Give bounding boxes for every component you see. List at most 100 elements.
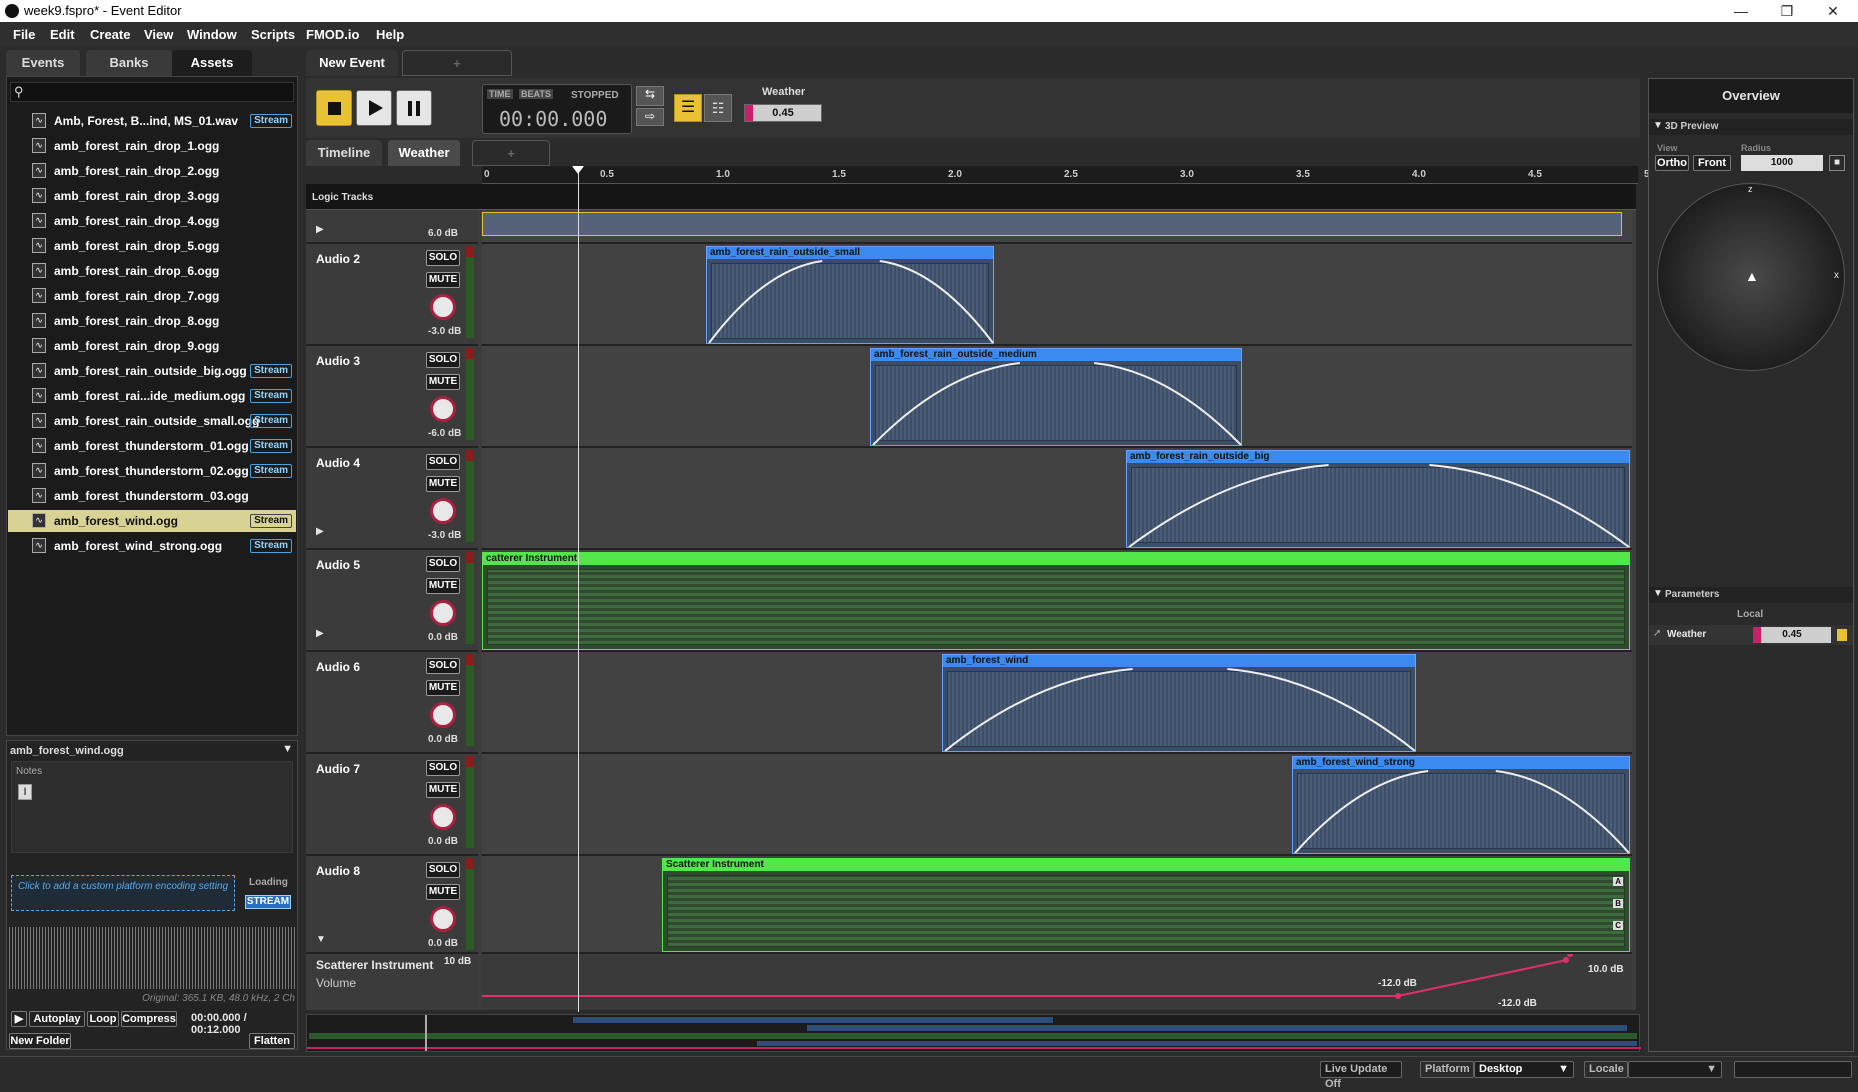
tab-events[interactable]: Events <box>6 50 80 76</box>
loading-stream-badge[interactable]: STREAM <box>245 895 291 909</box>
stream-badge[interactable]: Stream <box>250 514 292 528</box>
3d-preview-header[interactable]: ▼ 3D Preview <box>1649 119 1853 135</box>
close-icon[interactable]: ✕ <box>1810 0 1856 22</box>
mute-button[interactable]: MUTE <box>426 374 460 390</box>
new-folder-button[interactable]: New Folder <box>9 1033 71 1049</box>
audio-clip[interactable]: amb_forest_wind <box>942 654 1416 752</box>
stream-badge[interactable]: Stream <box>250 439 292 453</box>
menu-window[interactable]: Window <box>187 27 237 42</box>
overview-playhead[interactable] <box>425 1015 427 1051</box>
track-header[interactable]: Audio 8 SOLO MUTE 0.0 dB ▼ <box>306 856 478 954</box>
follow-icon[interactable]: ⇨ <box>636 108 664 126</box>
track-header[interactable]: Audio 5 SOLO MUTE 0.0 dB ▶ <box>306 550 478 652</box>
solo-button[interactable]: SOLO <box>426 862 460 878</box>
fade-curve[interactable] <box>871 361 1243 445</box>
ortho-button[interactable]: Ortho <box>1655 155 1689 171</box>
notes-box[interactable]: Notes I <box>11 761 293 853</box>
volume-knob[interactable] <box>430 498 456 524</box>
radius-input[interactable]: 1000 <box>1741 155 1823 171</box>
audio-clip[interactable]: amb_forest_rain_outside_medium <box>870 348 1242 446</box>
track-header[interactable]: ▶ 6.0 dB <box>306 210 478 244</box>
track-header[interactable]: Audio 2 SOLO MUTE -3.0 dB <box>306 244 478 346</box>
compress-button[interactable]: Compress <box>121 1011 177 1027</box>
asset-row[interactable]: ∿ amb_forest_rain_drop_8.ogg <box>8 310 296 332</box>
volume-knob[interactable] <box>430 906 456 932</box>
audio-clip[interactable]: amb_forest_wind_strong <box>1292 756 1630 854</box>
parameters-header[interactable]: ▼ Parameters <box>1649 587 1853 603</box>
asset-row[interactable]: ∿ amb_forest_rain_drop_5.ogg <box>8 235 296 257</box>
tab-timeline[interactable]: Timeline <box>306 140 382 166</box>
solo-button[interactable]: SOLO <box>426 454 460 470</box>
asset-row[interactable]: ∿ amb_forest_wind_strong.ogg Stream <box>8 535 296 557</box>
menu-view[interactable]: View <box>144 27 173 42</box>
asset-row[interactable]: ∿ amb_forest_rain_drop_3.ogg <box>8 185 296 207</box>
asset-row[interactable]: ∿ amb_forest_rain_drop_2.ogg <box>8 160 296 182</box>
volume-knob[interactable] <box>430 294 456 320</box>
track-header[interactable]: Audio 4 SOLO MUTE -3.0 dB ▶ <box>306 448 478 550</box>
parameter-ruler[interactable]: 00.51.01.52.02.53.03.54.04.55. <box>482 166 1652 184</box>
add-parameter-tab-button[interactable]: + <box>472 140 550 166</box>
asset-row[interactable]: ∿ amb_forest_thunderstorm_02.ogg Stream <box>8 460 296 482</box>
stream-badge[interactable]: Stream <box>250 414 292 428</box>
mute-button[interactable]: MUTE <box>426 782 460 798</box>
collapse-track-icon[interactable]: ▼ <box>316 934 326 945</box>
loop-button[interactable]: Loop <box>87 1011 119 1027</box>
track-lane[interactable] <box>482 244 1632 346</box>
tab-assets[interactable]: Assets <box>172 50 252 76</box>
menu-fmodio[interactable]: FMOD.io <box>306 27 359 42</box>
scatterer-instrument-clip[interactable]: catterer Instrument <box>482 552 1630 650</box>
solo-button[interactable]: SOLO <box>426 760 460 776</box>
stream-badge[interactable]: Stream <box>250 539 292 553</box>
platform-select[interactable]: Desktop ▼ <box>1474 1061 1574 1078</box>
play-preview-button[interactable]: ▶ <box>11 1011 27 1027</box>
expand-track-icon[interactable]: ▶ <box>316 628 324 639</box>
stream-badge[interactable]: Stream <box>250 114 292 128</box>
volume-knob[interactable] <box>430 804 456 830</box>
maximize-icon[interactable]: ❐ <box>1764 0 1810 22</box>
audio-clip[interactable]: amb_forest_rain_outside_big <box>1126 450 1630 548</box>
logic-region[interactable] <box>482 212 1622 236</box>
listener-icon[interactable]: ▲ <box>1745 268 1759 284</box>
asset-row[interactable]: ∿ amb_forest_rai...ide_medium.ogg Stream <box>8 385 296 407</box>
parameter-row-weather[interactable]: ➚ Weather 0.45 <box>1649 625 1853 645</box>
asset-row[interactable]: ∿ amb_forest_rain_drop_7.ogg <box>8 285 296 307</box>
live-update-button[interactable]: Live Update Off <box>1320 1061 1402 1090</box>
asset-row[interactable]: ∿ amb_forest_rain_drop_6.ogg <box>8 260 296 282</box>
tab-new-event[interactable]: New Event <box>306 50 398 76</box>
solo-button[interactable]: SOLO <box>426 250 460 266</box>
menu-scripts[interactable]: Scripts <box>251 27 295 42</box>
fade-curve[interactable] <box>943 667 1417 751</box>
list-view-icon[interactable]: ☰ <box>674 94 702 122</box>
asset-row[interactable]: ∿ amb_forest_rain_outside_big.ogg Stream <box>8 360 296 382</box>
asset-row[interactable]: ∿ amb_forest_thunderstorm_03.ogg <box>8 485 296 507</box>
mute-button[interactable]: MUTE <box>426 476 460 492</box>
locale-select[interactable]: ▼ <box>1628 1061 1722 1078</box>
add-event-tab-button[interactable]: + <box>402 50 512 76</box>
asset-row[interactable]: ∿ amb_forest_thunderstorm_01.ogg Stream <box>8 435 296 457</box>
scatterer-instrument-clip[interactable]: Scatterer Instrument A B C <box>662 858 1630 952</box>
asset-row[interactable]: ∿ amb_forest_rain_drop_9.ogg <box>8 335 296 357</box>
parameter-color-swatch[interactable] <box>1837 629 1847 641</box>
fade-curve[interactable] <box>1293 769 1631 853</box>
play-button[interactable] <box>356 90 392 126</box>
menu-edit[interactable]: Edit <box>50 27 75 42</box>
mute-button[interactable]: MUTE <box>426 272 460 288</box>
pause-button[interactable] <box>396 90 432 126</box>
menu-help[interactable]: Help <box>376 27 404 42</box>
automation-lane[interactable]: -12.0 dB 10.0 dB -12.0 dB <box>482 954 1632 1010</box>
flatten-button[interactable]: Flatten <box>249 1033 295 1049</box>
stream-badge[interactable]: Stream <box>250 389 292 403</box>
lock-icon[interactable]: ■ <box>1829 155 1845 171</box>
tab-weather[interactable]: Weather <box>388 140 460 166</box>
asset-row[interactable]: ∿ amb_forest_rain_drop_1.ogg <box>8 135 296 157</box>
text-cursor-icon[interactable]: I <box>18 784 32 800</box>
loop-icon[interactable]: ⇆ <box>636 86 664 106</box>
stream-badge[interactable]: Stream <box>250 464 292 478</box>
overview-strip[interactable] <box>306 1014 1641 1052</box>
stop-button[interactable] <box>316 90 352 126</box>
expand-track-icon[interactable]: ▶ <box>316 526 324 537</box>
search-input[interactable]: ⚲ <box>10 82 294 102</box>
track-lane[interactable] <box>482 210 1632 244</box>
menu-file[interactable]: File <box>13 27 35 42</box>
playhead-line[interactable] <box>578 170 579 1012</box>
